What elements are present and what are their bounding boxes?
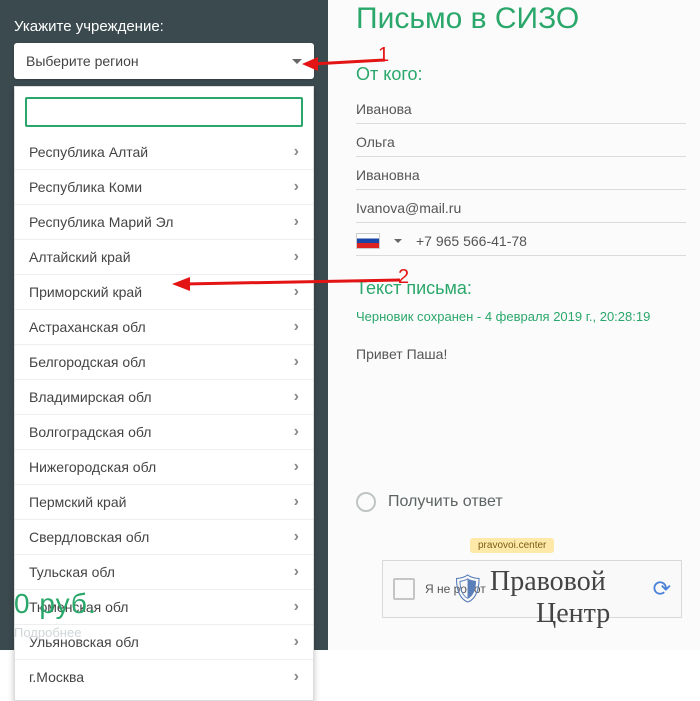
chevron-right-icon: › [294, 388, 299, 406]
region-item[interactable]: Тульская обл › [15, 554, 313, 589]
region-item[interactable]: Алтайский край › [15, 239, 313, 274]
reply-label: Получить ответ [388, 493, 503, 511]
page-title: Письмо в СИЗО [356, 2, 700, 36]
message-body[interactable]: Привет Паша! [356, 346, 700, 362]
recaptcha-checkbox[interactable] [393, 578, 415, 600]
source-badge: pravovoi.center [470, 538, 554, 553]
region-item-label: Приморский край [29, 284, 142, 300]
surname-field[interactable]: Иванова [356, 91, 686, 124]
chevron-right-icon: › [294, 353, 299, 371]
chevron-right-icon: › [294, 178, 299, 196]
draft-saved-note: Черновик сохранен - 4 февраля 2019 г., 2… [356, 309, 700, 324]
region-item[interactable]: Свердловская обл › [15, 519, 313, 554]
region-item-label: Тульская обл [29, 564, 115, 580]
region-item-label: Республика Алтай [29, 144, 148, 160]
email-field[interactable]: Ivanova@mail.ru [356, 190, 686, 223]
chevron-right-icon: › [294, 668, 299, 686]
region-item[interactable]: г.Москва › [15, 659, 313, 694]
region-item[interactable]: Астраханская обл › [15, 309, 313, 344]
phone-field[interactable]: +7 965 566-41-78 [356, 223, 686, 256]
phone-value: +7 965 566-41-78 [416, 233, 527, 249]
region-item-label: г.Москва [29, 669, 84, 685]
region-item[interactable]: Республика Алтай › [15, 135, 313, 169]
region-item-label: Астраханская обл [29, 319, 146, 335]
watermark-line2: Центр [536, 598, 610, 630]
region-item-label: Нижегородская обл [29, 459, 156, 475]
region-item[interactable]: Республика Марий Эл › [15, 204, 313, 239]
chevron-right-icon: › [294, 423, 299, 441]
region-item[interactable]: Пермский край › [15, 484, 313, 519]
chevron-right-icon: › [294, 213, 299, 231]
reply-radio[interactable] [356, 492, 376, 512]
chevron-right-icon: › [294, 318, 299, 336]
arrow-1-icon [300, 50, 390, 80]
patronymic-field[interactable]: Ивановна [356, 157, 686, 190]
chevron-right-icon: › [294, 528, 299, 546]
price-display: 0 руб. [14, 588, 97, 620]
name-field[interactable]: Ольга [356, 124, 686, 157]
chevron-right-icon: › [294, 458, 299, 476]
chevron-right-icon: › [294, 248, 299, 266]
region-item-label: Свердловская обл [29, 529, 149, 545]
chevron-right-icon: › [294, 633, 299, 651]
region-item-label: Владимирская обл [29, 389, 152, 405]
watermark-line1: Правовой [490, 566, 606, 598]
sidebar: Укажите учреждение: Выберите регион Респ… [0, 0, 328, 650]
region-item[interactable]: Волгоградская обл › [15, 414, 313, 449]
region-item[interactable]: Нижегородская обл › [15, 449, 313, 484]
region-select-placeholder: Выберите регион [26, 53, 139, 69]
region-item-label: Республика Марий Эл [29, 214, 173, 230]
chevron-right-icon: › [294, 143, 299, 161]
shield-icon: 🛡 [450, 572, 486, 605]
recaptcha-icon: ⟳ [653, 576, 671, 602]
chevron-right-icon: › [294, 563, 299, 581]
region-item[interactable]: Белгородская обл › [15, 344, 313, 379]
chevron-right-icon: › [294, 598, 299, 616]
chevron-right-icon: › [294, 493, 299, 511]
chevron-down-icon[interactable] [394, 239, 402, 243]
region-item-label: Белгородская обл [29, 354, 146, 370]
arrow-2-icon [170, 274, 410, 294]
region-item-label: Волгоградская обл [29, 424, 151, 440]
region-select[interactable]: Выберите регион [14, 43, 314, 79]
institution-label: Укажите учреждение: [14, 18, 314, 35]
region-item-label: Алтайский край [29, 249, 131, 265]
region-item[interactable]: Республика Коми › [15, 169, 313, 204]
reply-checkbox-row[interactable]: Получить ответ [356, 492, 700, 512]
more-link[interactable]: Подробнее [14, 625, 81, 640]
flag-ru-icon [356, 233, 380, 249]
region-item[interactable]: Владимирская обл › [15, 379, 313, 414]
region-search-input[interactable] [25, 97, 303, 127]
region-item-label: Республика Коми [29, 179, 142, 195]
from-label: От кого: [356, 64, 700, 85]
region-item-label: Пермский край [29, 494, 126, 510]
